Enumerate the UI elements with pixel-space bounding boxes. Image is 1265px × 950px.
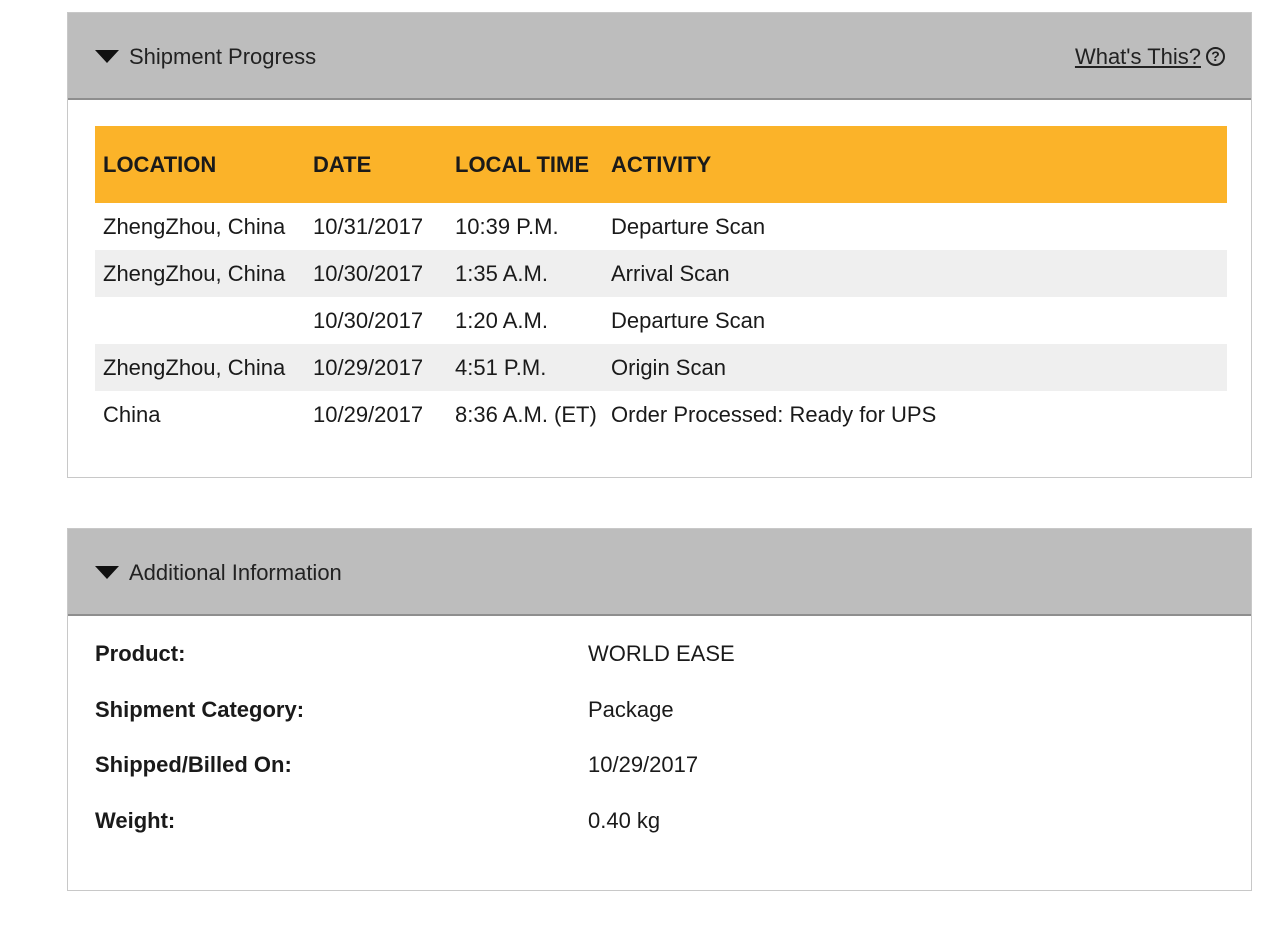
table-row: ZhengZhou, China 10/30/2017 1:35 A.M. Ar…: [95, 250, 1227, 297]
additional-information-toggle[interactable]: Additional Information: [95, 529, 342, 616]
caret-down-icon: [95, 566, 119, 579]
shipment-progress-toggle[interactable]: Shipment Progress: [95, 13, 316, 100]
shipment-category-label: Shipment Category:: [95, 696, 305, 722]
cell-activity: Origin Scan: [603, 344, 1227, 391]
shipment-progress-table: LOCATION DATE LOCAL TIME ACTIVITY ZhengZ…: [95, 126, 1227, 438]
caret-down-icon: [95, 50, 119, 63]
cell-date: 10/29/2017: [305, 344, 447, 391]
cell-date: 10/29/2017: [313, 401, 424, 427]
cell-time: 1:35 A.M.: [447, 250, 603, 297]
additional-information-panel: Additional Information Product: WORLD EA…: [67, 528, 1252, 891]
cell-location: China: [103, 401, 161, 427]
table-row: ZhengZhou, China 10/29/2017 4:51 P.M. Or…: [95, 344, 1227, 391]
shipped-billed-on-value: 10/29/2017: [588, 752, 699, 777]
column-header-location: LOCATION: [95, 126, 305, 203]
info-row-shipment-category: Shipment Category: Package: [95, 685, 1227, 741]
panel-title: Additional Information: [129, 559, 342, 585]
table-row: ZhengZhou, China 10/31/2017 10:39 P.M. D…: [95, 203, 1227, 250]
panel-title: Shipment Progress: [129, 43, 317, 69]
column-header-local-time: LOCAL TIME: [447, 126, 603, 203]
additional-information-list: Product: WORLD EASE Shipment Category: P…: [95, 629, 1227, 851]
cell-date: 10/30/2017: [305, 250, 447, 297]
cell-activity: Departure Scan: [611, 307, 766, 333]
cell-location: ZhengZhou, China: [95, 344, 305, 391]
cell-activity: Order Processed: Ready for UPS: [611, 401, 937, 427]
shipment-progress-header: Shipment Progress What's This? ?: [68, 13, 1251, 100]
product-value: WORLD EASE: [588, 641, 735, 666]
shipment-category-value: Package: [588, 696, 674, 722]
shipped-billed-on-label: Shipped/Billed On:: [95, 752, 292, 777]
whats-this-label[interactable]: What's This?: [1075, 44, 1201, 70]
cell-time: 4:51 P.M.: [447, 344, 603, 391]
cell-time: 8:36 A.M. (ET): [455, 401, 597, 427]
cell-activity: Departure Scan: [611, 213, 766, 239]
whats-this-link[interactable]: What's This? ?: [1075, 13, 1225, 100]
info-row-shipped-billed-on: Shipped/Billed On: 10/29/2017: [95, 740, 1227, 796]
cell-time: 10:39 P.M.: [455, 213, 559, 239]
help-circle-icon[interactable]: ?: [1206, 47, 1225, 66]
cell-time: 1:20 A.M.: [455, 307, 548, 333]
column-header-activity: ACTIVITY: [603, 126, 1227, 203]
table-row: China 10/29/2017 8:36 A.M. (ET) Order Pr…: [95, 391, 1227, 438]
cell-activity: Arrival Scan: [603, 250, 1227, 297]
table-row: 10/30/2017 1:20 A.M. Departure Scan: [95, 297, 1227, 344]
cell-location: [95, 297, 305, 344]
additional-information-header: Additional Information: [68, 529, 1251, 616]
weight-value: 0.40 kg: [588, 807, 661, 833]
cell-date: 10/31/2017: [313, 213, 424, 239]
info-row-product: Product: WORLD EASE: [95, 629, 1227, 685]
table-header-row: LOCATION DATE LOCAL TIME ACTIVITY: [95, 126, 1227, 203]
info-row-weight: Weight: 0.40 kg: [95, 796, 1227, 852]
product-label: Product:: [95, 641, 186, 666]
cell-location: ZhengZhou, China: [95, 250, 305, 297]
cell-date: 10/30/2017: [313, 307, 424, 333]
shipment-progress-panel: Shipment Progress What's This? ? LOCATIO…: [67, 12, 1252, 478]
weight-label: Weight:: [95, 807, 176, 833]
column-header-date: DATE: [305, 126, 447, 203]
cell-location: ZhengZhou, China: [103, 213, 286, 239]
